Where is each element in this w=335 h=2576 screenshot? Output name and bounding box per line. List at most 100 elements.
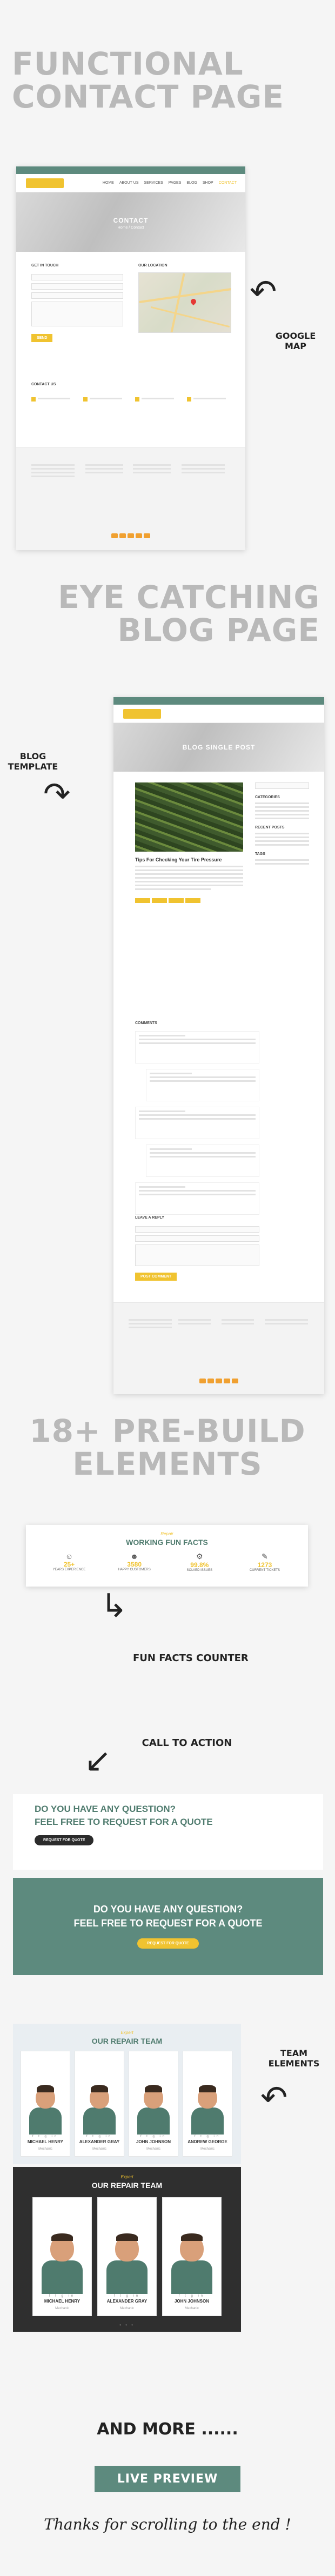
nav-item[interactable]: CONTACT xyxy=(219,181,237,185)
request-quote-button[interactable]: REQUEST FOR QUOTE xyxy=(137,1938,199,1949)
blog-heading: EYE CATCHING BLOG PAGE xyxy=(28,581,320,647)
name-field[interactable] xyxy=(31,274,123,280)
nav-item[interactable]: ABOUT US xyxy=(119,181,139,185)
comment-list xyxy=(135,1031,259,1220)
comments-title: Comments xyxy=(135,1021,157,1025)
location-title: OUR LOCATION xyxy=(138,264,168,267)
blog-page-mock: BLOG SINGLE POST Tips For Checking Your … xyxy=(113,697,324,1394)
sidebar-heading-recent: Recent Posts xyxy=(255,826,285,829)
email-field[interactable] xyxy=(31,283,123,290)
team-card[interactable]: f t g in JOHN JOHNSON Mechanic xyxy=(129,2051,178,2157)
team-elements-callout: TEAM ELEMENTS xyxy=(268,2048,320,2069)
payment-icons xyxy=(111,533,150,538)
team-member-name: MICHAEL HENRY xyxy=(27,2139,64,2144)
team-member-name: ALEXANDER GRAY xyxy=(79,2139,120,2144)
blog-heading-line1: EYE CATCHING xyxy=(58,579,320,615)
subject-field[interactable] xyxy=(31,292,123,299)
reply-message-field[interactable] xyxy=(135,1244,259,1266)
google-map-callout: GOOGLE MAP xyxy=(275,331,316,352)
fun-facts-row: ☺ 25+ YEARS EXPERIENCE ☻ 3580 HAPPY CUST… xyxy=(42,1552,292,1572)
logo[interactable] xyxy=(26,178,64,188)
info-block xyxy=(31,394,75,404)
cta-light-line2: FEEL FREE TO REQUEST FOR A QUOTE xyxy=(35,1817,213,1827)
social-icons[interactable]: f t g in xyxy=(183,2135,232,2138)
logo[interactable] xyxy=(123,709,161,719)
team-member-name: ALEXANDER GRAY xyxy=(106,2299,148,2304)
curved-arrow-icon: ↳ xyxy=(100,1588,128,1624)
post-body xyxy=(135,866,243,892)
team-member-name: JOHN JOHNSON xyxy=(174,2299,209,2304)
nav-item[interactable]: SERVICES xyxy=(144,181,163,185)
elements-heading-line1: 18+ PRE-BUILD xyxy=(29,1413,306,1449)
google-map[interactable] xyxy=(138,272,231,333)
fact-item: ⚙ 99.8% SOLVED ISSUES xyxy=(172,1552,226,1572)
sidebar-heading-tags: Tags xyxy=(255,852,265,856)
team-card[interactable]: f t g in ALEXANDER GRAY Mechanic xyxy=(97,2197,157,2316)
team-member-role: Mechanic xyxy=(120,2307,134,2310)
payment-icons xyxy=(199,1379,238,1383)
search-input[interactable] xyxy=(255,782,309,789)
curved-arrow-icon: ↶ xyxy=(260,2079,288,2116)
cta-light: DO YOU HAVE ANY QUESTION? FEEL FREE TO R… xyxy=(13,1794,323,1870)
live-preview-button[interactable]: LIVE PREVIEW xyxy=(94,2466,241,2492)
nav-item[interactable]: HOME xyxy=(103,181,114,185)
fact-value: 25+ xyxy=(63,1561,75,1568)
team-member-name: JOHN JOHNSON xyxy=(136,2139,171,2144)
contact-info-row xyxy=(31,394,230,404)
request-quote-button[interactable]: REQUEST FOR QUOTE xyxy=(35,1835,94,1845)
tag[interactable] xyxy=(152,898,167,903)
nav-item[interactable]: BLOG xyxy=(186,181,197,185)
contact-info-title: CONTACT US xyxy=(31,383,56,386)
wrench-icon: ✎ xyxy=(262,1552,268,1561)
users-icon: ☺ xyxy=(65,1552,73,1561)
team-title: OUR REPAIR TEAM xyxy=(91,2037,163,2045)
post-comment-button[interactable]: POST COMMENT xyxy=(135,1273,177,1281)
team-member-role: Mechanic xyxy=(55,2307,69,2310)
cta-dark-line2: FEEL FREE TO REQUEST FOR A QUOTE xyxy=(73,1918,263,1929)
team-card[interactable]: f t g in MICHAEL HENRY Mechanic xyxy=(32,2197,92,2316)
team-card[interactable]: f t g in JOHN JOHNSON Mechanic xyxy=(162,2197,222,2316)
curved-arrow-icon: ↙ xyxy=(84,1742,112,1778)
message-field[interactable] xyxy=(31,302,123,326)
team-card[interactable]: f t g in ANDREW GEORGE Mechanic xyxy=(183,2051,232,2157)
team-kicker: Expert xyxy=(120,2174,133,2179)
social-icons[interactable]: f t g in xyxy=(129,2135,178,2138)
thanks-text: Thanks for scrolling to the end ! xyxy=(44,2515,291,2533)
reply-name-field[interactable] xyxy=(135,1226,259,1233)
nav-item[interactable]: SHOP xyxy=(203,181,213,185)
post-image xyxy=(135,782,243,852)
map-pin-icon[interactable] xyxy=(189,297,198,306)
tag[interactable] xyxy=(135,898,150,903)
tag[interactable] xyxy=(185,898,200,903)
reply-email-field[interactable] xyxy=(135,1235,259,1242)
curved-arrow-icon: ↷ xyxy=(43,776,71,812)
info-block xyxy=(135,394,178,404)
fun-facts-kicker: Repair xyxy=(160,1531,173,1536)
submit-button[interactable]: SEND xyxy=(31,334,53,342)
social-icons[interactable]: f t g in xyxy=(21,2135,70,2138)
team-member-role: Mechanic xyxy=(185,2307,199,2310)
reply-title: Leave a Reply xyxy=(135,1216,164,1220)
info-block xyxy=(187,394,230,404)
comment xyxy=(135,1107,259,1139)
nav-items: HOME ABOUT US SERVICES PAGES BLOG SHOP C… xyxy=(103,181,237,185)
team-card[interactable]: f t g in ALEXANDER GRAY Mechanic xyxy=(75,2051,124,2157)
fact-item: ✎ 1273 CURRENT TICKETS xyxy=(238,1552,292,1572)
fact-value: 3580 xyxy=(127,1561,142,1568)
nav-item[interactable]: PAGES xyxy=(169,181,182,185)
call-to-action-callout: CALL TO ACTION xyxy=(142,1737,232,1749)
tag[interactable] xyxy=(169,898,184,903)
social-icons[interactable]: f t g in xyxy=(33,2294,91,2298)
team-member-role: Mechanic xyxy=(200,2147,215,2151)
contact-heading-line2: CONTACT PAGE xyxy=(12,78,284,115)
team-member-role: Mechanic xyxy=(146,2147,160,2151)
team-member-name: MICHAEL HENRY xyxy=(44,2299,81,2304)
fun-facts-callout: FUN FACTS COUNTER xyxy=(133,1652,249,1664)
social-icons[interactable]: f t g in xyxy=(98,2294,156,2298)
carousel-dots[interactable]: • • • xyxy=(13,2323,241,2327)
social-icons[interactable]: f t g in xyxy=(163,2294,221,2298)
fact-value: 99.8% xyxy=(190,1561,209,1569)
team-card[interactable]: f t g in MICHAEL HENRY Mechanic xyxy=(21,2051,70,2157)
social-icons[interactable]: f t g in xyxy=(75,2135,124,2138)
contact-form: GET IN TOUCH SEND xyxy=(31,264,123,342)
